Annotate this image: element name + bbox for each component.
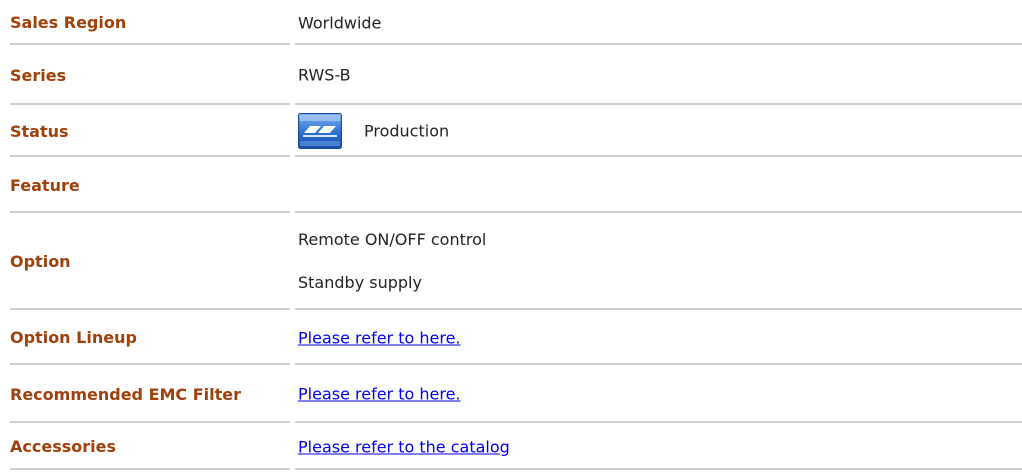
spec-label: Status	[10, 121, 69, 141]
production-status-icon	[298, 113, 342, 149]
spec-value-cell: Please refer to here.	[298, 365, 1022, 423]
spec-value-cell: Please refer to the catalog	[298, 423, 1022, 470]
status-value: Production	[364, 121, 450, 141]
spec-row-option-lineup: Option Lineup Please refer to here.	[0, 310, 1022, 365]
row-divider	[295, 468, 1022, 470]
spec-row-accessories: Accessories Please refer to the catalog	[0, 423, 1022, 470]
spec-label: Option	[10, 252, 71, 271]
row-divider	[10, 468, 290, 470]
accessories-catalog-link[interactable]: Please refer to the catalog	[298, 437, 510, 456]
spec-row-feature: Feature	[0, 157, 1022, 213]
spec-label: Accessories	[10, 437, 116, 456]
spec-value-cell: Please refer to here.	[298, 310, 1022, 365]
spec-label: Recommended EMC Filter	[10, 384, 242, 404]
option-value: Standby supply	[298, 273, 422, 292]
spec-row-status: Status Production	[0, 105, 1022, 157]
spec-value: Worldwide	[298, 13, 382, 32]
option-lineup-link[interactable]: Please refer to here.	[298, 328, 461, 347]
spec-row-series: Series RWS-B	[0, 45, 1022, 105]
spec-label: Series	[10, 65, 67, 85]
spec-label: Option Lineup	[10, 328, 137, 347]
spec-row-sales-region: Sales Region Worldwide	[0, 0, 1022, 45]
emc-filter-link[interactable]: Please refer to here.	[298, 385, 461, 404]
spec-row-option: Option Remote ON/OFF control Standby sup…	[0, 213, 1022, 310]
spec-value: RWS-B	[298, 65, 351, 85]
option-value: Remote ON/OFF control	[298, 230, 487, 249]
spec-value-cell	[298, 157, 1022, 213]
spec-label: Feature	[10, 175, 80, 195]
spec-value-cell: RWS-B	[298, 45, 1022, 105]
spec-value-cell: Remote ON/OFF control Standby supply	[298, 213, 1022, 310]
spec-value-cell: Production	[298, 105, 1022, 157]
spec-row-recommended-emc-filter: Recommended EMC Filter Please refer to h…	[0, 365, 1022, 423]
spec-label: Sales Region	[10, 13, 127, 32]
spec-value-cell: Worldwide	[298, 0, 1022, 45]
